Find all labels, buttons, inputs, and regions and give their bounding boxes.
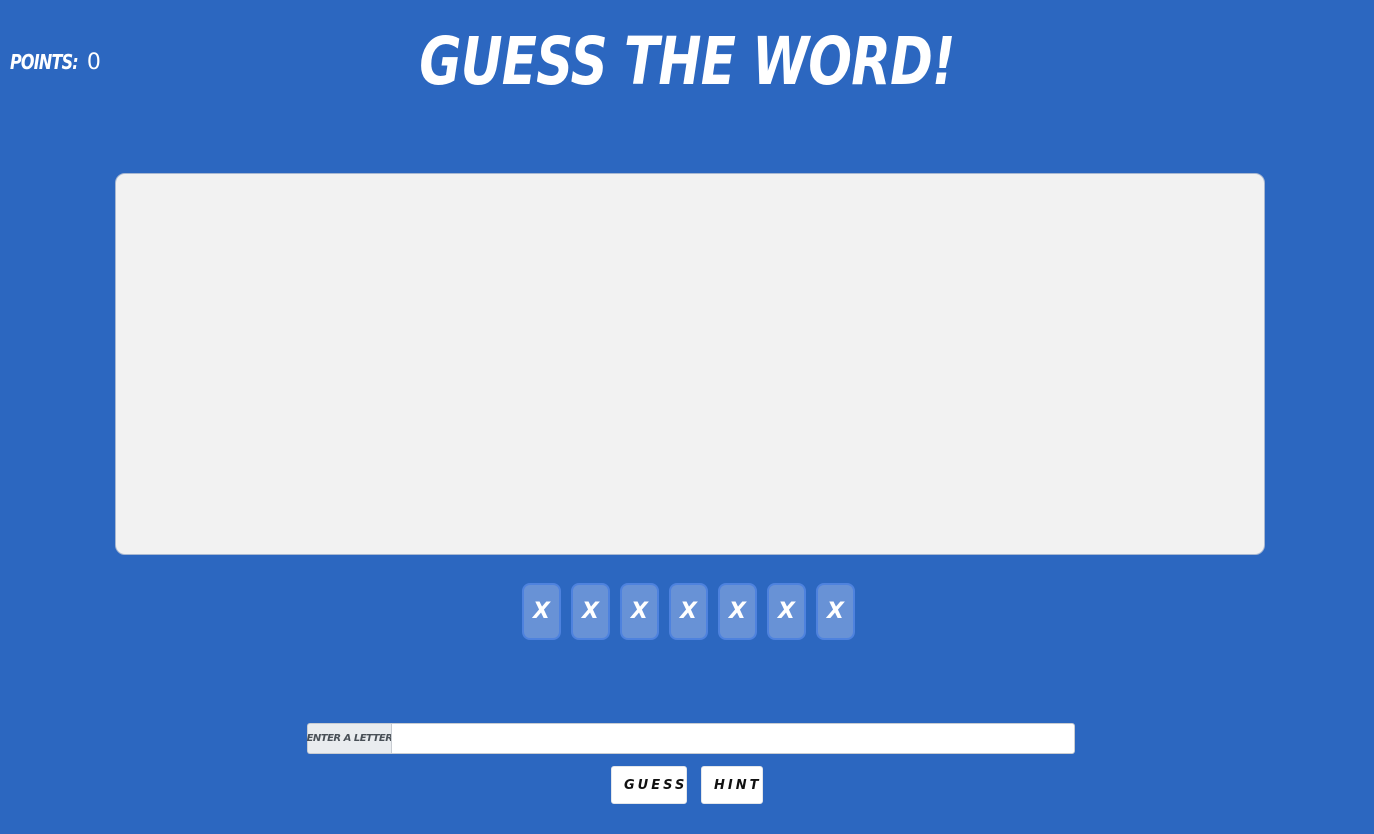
letter-slots: X X X X X X X [522,583,855,640]
action-buttons: GUESS HINT [0,766,1374,804]
letter-slot: X [718,583,757,640]
page-title: GUESS THE WORD! [419,23,955,100]
letter-input-label: ENTER A LETTER [307,723,393,754]
points-value: 0 [86,50,101,75]
guess-button[interactable]: GUESS [611,766,687,804]
letter-input-group: ENTER A LETTER [307,723,1075,754]
letter-slot: X [767,583,806,640]
letter-input[interactable] [391,723,1075,754]
letter-slot: X [522,583,561,640]
letter-slot: X [571,583,610,640]
picture-panel [115,173,1265,555]
letter-slot: X [669,583,708,640]
hint-button[interactable]: HINT [701,766,763,804]
points-label: POINTS: [10,50,79,74]
points-display: POINTS: 0 [10,50,101,75]
letter-slot: X [816,583,855,640]
letter-slot: X [620,583,659,640]
